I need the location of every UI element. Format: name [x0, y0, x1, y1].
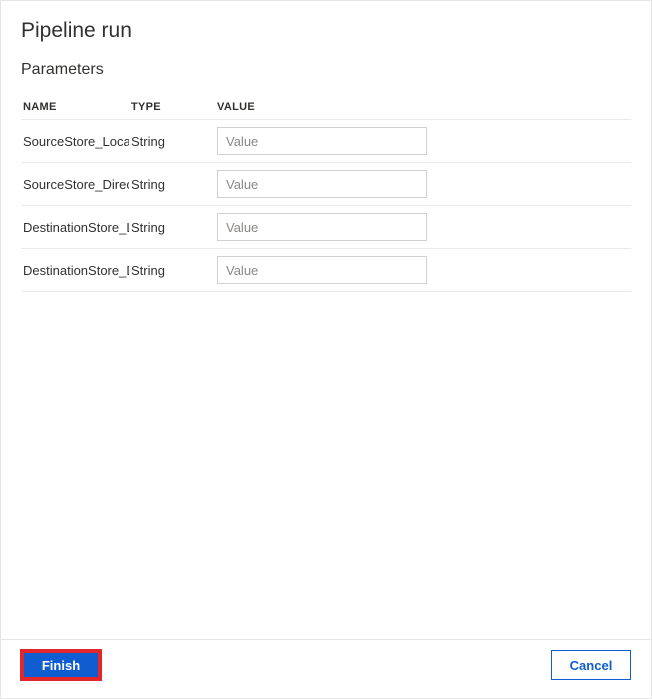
table-row: SourceStore_Directory String	[21, 163, 631, 206]
column-header-name: NAME	[21, 93, 129, 120]
param-type-cell: String	[129, 163, 215, 206]
param-value-input[interactable]	[217, 170, 427, 198]
param-type-cell: String	[129, 249, 215, 292]
column-header-value: VALUE	[215, 93, 631, 120]
parameters-table: NAME TYPE VALUE SourceStore_Location Str…	[21, 93, 631, 292]
param-name-cell: DestinationStore_Directory	[21, 249, 129, 292]
table-header-row: NAME TYPE VALUE	[21, 93, 631, 120]
param-name-cell: SourceStore_Directory	[21, 163, 129, 206]
table-row: DestinationStore_Directory String	[21, 249, 631, 292]
param-value-cell	[215, 120, 631, 163]
dialog-header: Pipeline run	[1, 1, 651, 49]
finish-button[interactable]: Finish	[21, 650, 101, 680]
parameters-heading: Parameters	[21, 61, 631, 79]
param-value-cell	[215, 206, 631, 249]
dialog-content: Parameters NAME TYPE VALUE SourceStore_L…	[1, 49, 651, 639]
column-header-type: TYPE	[129, 93, 215, 120]
param-value-input[interactable]	[217, 256, 427, 284]
dialog-footer: Finish Cancel	[1, 639, 651, 698]
table-row: SourceStore_Location String	[21, 120, 631, 163]
cancel-button[interactable]: Cancel	[551, 650, 631, 680]
param-value-cell	[215, 163, 631, 206]
table-row: DestinationStore_Location String	[21, 206, 631, 249]
param-value-cell	[215, 249, 631, 292]
dialog-title: Pipeline run	[21, 19, 631, 43]
param-name-cell: SourceStore_Location	[21, 120, 129, 163]
param-name-cell: DestinationStore_Location	[21, 206, 129, 249]
param-type-cell: String	[129, 120, 215, 163]
param-value-input[interactable]	[217, 213, 427, 241]
param-type-cell: String	[129, 206, 215, 249]
pipeline-run-dialog: Pipeline run Parameters NAME TYPE VALUE …	[1, 1, 651, 698]
param-value-input[interactable]	[217, 127, 427, 155]
